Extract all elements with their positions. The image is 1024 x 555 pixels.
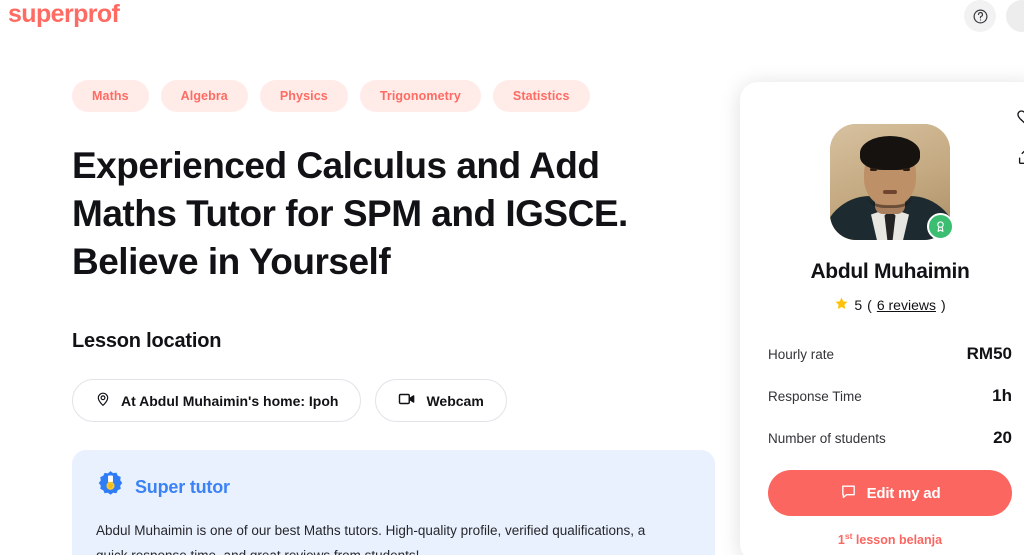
super-tutor-medal-icon: [96, 470, 125, 504]
question-mark-circle-icon: [972, 8, 989, 25]
verified-medal-icon: [927, 213, 954, 240]
subject-tag-physics[interactable]: Physics: [259, 80, 348, 112]
stat-label-hourly-rate: Hourly rate: [768, 347, 835, 362]
help-button[interactable]: [964, 0, 996, 32]
edit-my-ad-label: Edit my ad: [866, 484, 941, 502]
stat-row-number-of-students: Number of students 20: [768, 428, 1012, 448]
superprof-logo[interactable]: superprof: [8, 0, 120, 29]
subject-tag-maths[interactable]: Maths: [72, 80, 149, 112]
first-lesson-suffix: lesson belanja: [852, 533, 943, 548]
profile-page: superprof Maths Algebra Physics Trigonom…: [0, 0, 1024, 555]
user-avatar[interactable]: [1006, 0, 1024, 32]
lesson-location-options: At Abdul Muhaimin's home: Ipoh Webcam: [72, 379, 722, 422]
location-chip-home-label: At Abdul Muhaimin's home: Ipoh: [121, 392, 339, 409]
location-chip-home[interactable]: At Abdul Muhaimin's home: Ipoh: [72, 379, 362, 422]
subject-tag-list: Maths Algebra Physics Trigonometry Stati…: [72, 80, 722, 112]
rating-value: 5: [854, 297, 863, 313]
stat-row-response-time: Response Time 1h: [768, 386, 1012, 406]
stat-label-number-of-students: Number of students: [768, 431, 886, 446]
chat-bubble-icon: [840, 483, 857, 504]
share-icon[interactable]: [1016, 148, 1024, 166]
super-tutor-title: Super tutor: [135, 476, 230, 497]
stat-value-hourly-rate: RM50: [966, 344, 1012, 363]
super-tutor-header: Super tutor: [96, 470, 691, 504]
lesson-location-title: Lesson location: [72, 330, 222, 352]
stat-label-response-time: Response Time: [768, 389, 862, 404]
site-header: superprof: [0, 0, 1024, 36]
heart-icon[interactable]: [1016, 108, 1024, 126]
stat-row-hourly-rate: Hourly rate RM50: [768, 344, 1012, 364]
header-actions: [964, 0, 1024, 32]
subject-tag-algebra[interactable]: Algebra: [160, 80, 248, 112]
first-lesson-prefix: 1: [837, 533, 845, 548]
stat-value-response-time: 1h: [992, 386, 1012, 405]
page-title: Experienced Calculus and Add Maths Tutor…: [72, 145, 628, 282]
super-tutor-description: Abdul Muhaimin is one of our best Maths …: [96, 523, 646, 555]
super-tutor-banner: Super tutor Abdul Muhaimin is one of our…: [72, 450, 715, 555]
video-camera-icon: [398, 391, 416, 410]
subject-tag-statistics[interactable]: Statistics: [492, 80, 590, 112]
tutor-summary-card: Abdul Muhaimin 5 (6 reviews) Hourly rate…: [740, 82, 1024, 555]
tutor-stats: Hourly rate RM50 Response Time 1h Number…: [768, 344, 1012, 448]
tutor-name: Abdul Muhaimin: [810, 260, 970, 283]
map-pin-icon: [95, 391, 111, 410]
rating-row: 5 (6 reviews): [768, 296, 1012, 314]
rating-paren-open: (: [867, 297, 872, 313]
stat-value-number-of-students: 20: [993, 428, 1012, 447]
tutor-photo-wrapper: [830, 124, 954, 240]
card-actions: [1016, 108, 1024, 166]
location-chip-webcam-label: Webcam: [426, 392, 484, 409]
subject-tag-trigonometry[interactable]: Trigonometry: [359, 80, 481, 112]
rating-paren-close: ): [940, 297, 946, 313]
main-content: Maths Algebra Physics Trigonometry Stati…: [72, 80, 722, 555]
edit-my-ad-button[interactable]: Edit my ad: [768, 470, 1012, 516]
reviews-link[interactable]: 6 reviews: [877, 297, 936, 313]
star-icon: [834, 296, 849, 314]
location-chip-webcam[interactable]: Webcam: [375, 379, 507, 422]
first-lesson-note: 1st lesson belanja: [768, 531, 1012, 547]
